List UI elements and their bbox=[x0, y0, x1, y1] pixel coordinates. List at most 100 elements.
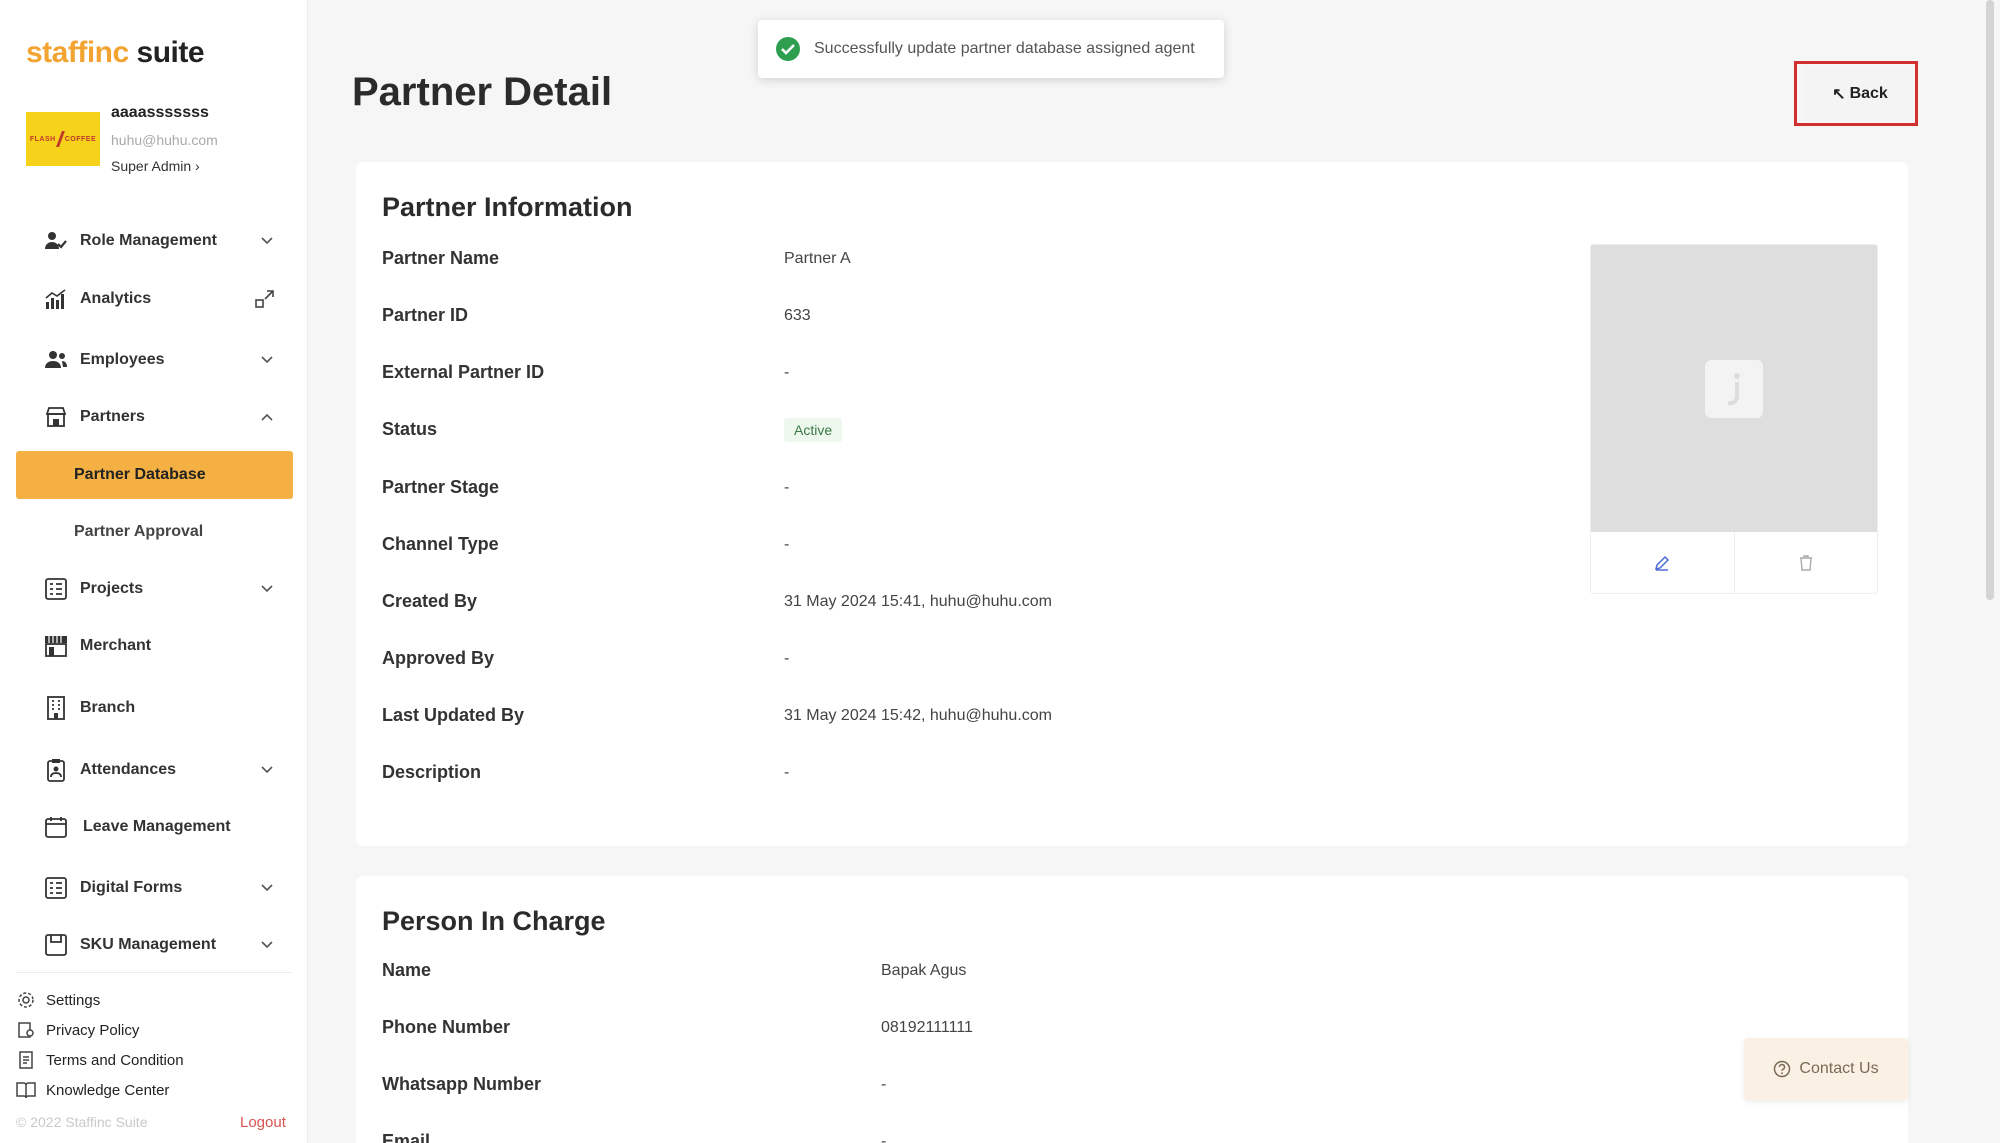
contact-us-label: Contact Us bbox=[1799, 1060, 1879, 1077]
image-placeholder-icon bbox=[1705, 359, 1763, 418]
projects-icon bbox=[44, 577, 68, 601]
role-icon bbox=[44, 229, 68, 253]
sidebar-item-attendances[interactable]: Attendances bbox=[16, 746, 294, 794]
partner-stage-label: Partner Stage bbox=[382, 477, 500, 497]
person-in-charge-title: Person In Charge bbox=[382, 906, 606, 936]
sidebar-item-label: Projects bbox=[80, 580, 144, 597]
user-profile[interactable]: FLASH COFFEE aaaasssssss huhu@huhu.com Su… bbox=[26, 104, 296, 184]
branch-icon bbox=[44, 696, 68, 720]
external-link-icon[interactable] bbox=[254, 288, 276, 310]
footer-link-label: Settings bbox=[46, 991, 101, 1009]
sidebar-item-label: Partner Approval bbox=[74, 523, 204, 540]
knowledge-center-link[interactable]: Knowledge Center bbox=[16, 1077, 169, 1103]
partner-stage-value: - bbox=[784, 479, 790, 496]
pic-whatsapp-value: - bbox=[881, 1076, 887, 1093]
external-partner-id-label: External Partner ID bbox=[382, 362, 545, 382]
sidebar-item-employees[interactable]: Employees bbox=[16, 336, 294, 384]
chevron-up-icon bbox=[260, 410, 274, 424]
contact-us-button[interactable]: Contact Us bbox=[1744, 1038, 1908, 1100]
footer-link-label: Terms and Condition bbox=[46, 1051, 184, 1069]
partner-name-value: Partner A bbox=[784, 250, 851, 267]
check-circle-icon bbox=[776, 37, 800, 61]
partner-image-box bbox=[1590, 244, 1878, 594]
app-logo[interactable]: staffinc suite bbox=[26, 36, 205, 70]
approved-by-value: - bbox=[784, 650, 790, 667]
employees-icon bbox=[44, 348, 68, 372]
sidebar-item-branch[interactable]: Branch bbox=[16, 684, 294, 732]
merchant-icon bbox=[44, 634, 68, 658]
sidebar-item-label: SKU Management bbox=[80, 936, 217, 953]
avatar-logo: FLASH bbox=[29, 135, 56, 143]
sidebar-item-merchant[interactable]: Merchant bbox=[16, 622, 294, 670]
partner-id-label: Partner ID bbox=[382, 305, 469, 325]
logout-link[interactable]: Logout bbox=[240, 1114, 286, 1131]
footer-link-label: Privacy Policy bbox=[46, 1021, 140, 1039]
gear-icon bbox=[16, 990, 36, 1010]
chevron-down-icon bbox=[260, 938, 274, 952]
partners-icon bbox=[44, 405, 68, 429]
delete-image-button[interactable] bbox=[1735, 532, 1878, 594]
person-in-charge-card: Person In Charge Name Bapak Agus Phone N… bbox=[356, 876, 1908, 1143]
sidebar-item-projects[interactable]: Projects bbox=[16, 565, 294, 613]
terms-icon bbox=[16, 1050, 36, 1070]
user-role-link[interactable]: Super Admin › bbox=[111, 158, 200, 174]
last-updated-by-label: Last Updated By bbox=[382, 705, 525, 725]
sidebar-item-label: Partners bbox=[80, 408, 145, 425]
partner-image bbox=[1591, 245, 1877, 532]
description-label: Description bbox=[382, 762, 482, 782]
sidebar-item-partner-database[interactable]: Partner Database bbox=[16, 451, 293, 499]
sidebar-item-label: Digital Forms bbox=[80, 879, 183, 896]
sku-icon bbox=[44, 933, 68, 957]
trash-icon bbox=[1799, 555, 1812, 571]
sidebar-item-analytics[interactable]: Analytics bbox=[16, 275, 294, 323]
external-partner-id-value: - bbox=[784, 364, 790, 381]
pencil-icon bbox=[1655, 555, 1670, 571]
settings-link[interactable]: Settings bbox=[16, 987, 100, 1013]
pic-whatsapp-label: Whatsapp Number bbox=[382, 1074, 542, 1094]
footer-link-label: Knowledge Center bbox=[46, 1081, 170, 1099]
sidebar-item-label: Branch bbox=[80, 699, 136, 716]
sidebar-item-partner-approval[interactable]: Partner Approval bbox=[16, 508, 293, 556]
chevron-down-icon bbox=[260, 763, 274, 777]
sidebar-item-label: Partner Database bbox=[74, 466, 206, 483]
sidebar-item-partners[interactable]: Partners bbox=[16, 393, 294, 441]
page-scrollbar[interactable] bbox=[1986, 0, 1994, 600]
back-button-label: Back bbox=[1849, 85, 1888, 102]
page-title: Partner Detail bbox=[352, 70, 613, 114]
sidebar-item-label: Leave Management bbox=[83, 818, 231, 835]
logo-part-1: staffinc bbox=[26, 36, 129, 69]
created-by-value: 31 May 2024 15:41, huhu@huhu.com bbox=[784, 593, 1052, 610]
avatar: FLASH COFFEE bbox=[26, 112, 100, 166]
logo-part-2: suite bbox=[128, 36, 205, 69]
sidebar-divider bbox=[16, 972, 292, 973]
chevron-down-icon bbox=[260, 582, 274, 596]
calendar-icon bbox=[44, 815, 68, 839]
sidebar-item-digital-forms[interactable]: Digital Forms bbox=[16, 864, 294, 912]
edit-image-button[interactable] bbox=[1591, 532, 1734, 594]
pic-name-label: Name bbox=[382, 960, 432, 980]
sidebar-item-role-management[interactable]: Role Management bbox=[16, 217, 294, 265]
help-circle-icon bbox=[1774, 1060, 1791, 1078]
user-email: huhu@huhu.com bbox=[111, 132, 218, 148]
pic-phone-value: 08192111111 bbox=[881, 1019, 973, 1036]
chevron-down-icon bbox=[260, 881, 274, 895]
sidebar-item-sku-management[interactable]: SKU Management bbox=[16, 921, 294, 969]
sidebar-item-leave-management[interactable]: Leave Management bbox=[16, 803, 294, 851]
success-toast: Successfully update partner database ass… bbox=[758, 20, 1224, 78]
back-arrow-icon: ↖ bbox=[1832, 86, 1846, 103]
sidebar-item-label: Analytics bbox=[80, 290, 152, 307]
chevron-down-icon bbox=[260, 353, 274, 367]
back-button[interactable]: ↖ Back bbox=[1805, 66, 1915, 122]
toast-message: Successfully update partner database ass… bbox=[814, 40, 1195, 57]
description-value: - bbox=[784, 764, 790, 781]
chevron-down-icon bbox=[260, 234, 274, 248]
status-badge: Active bbox=[784, 418, 843, 442]
terms-link[interactable]: Terms and Condition bbox=[16, 1047, 184, 1073]
pic-email-value: - bbox=[881, 1133, 887, 1143]
status-label: Status bbox=[382, 419, 438, 439]
user-name: aaaasssssss bbox=[111, 104, 209, 121]
privacy-policy-link[interactable]: Privacy Policy bbox=[16, 1017, 139, 1043]
book-icon bbox=[16, 1080, 36, 1100]
forms-icon bbox=[44, 876, 68, 900]
sidebar: staffinc suite FLASH COFFEE aaaasssssss h… bbox=[0, 0, 308, 1143]
